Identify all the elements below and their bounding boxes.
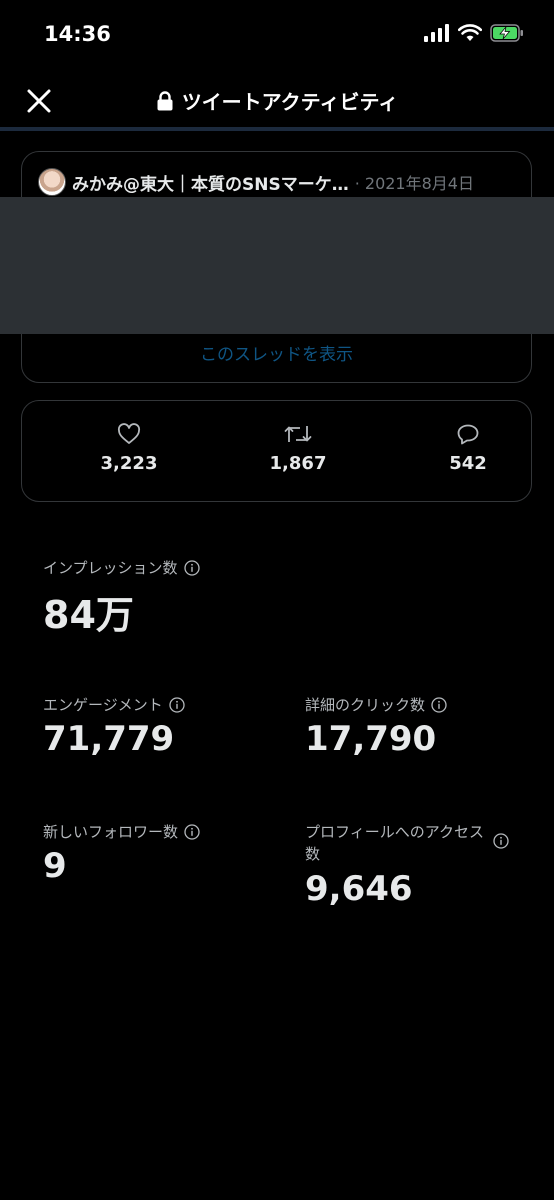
new-followers-value: 9: [43, 846, 67, 886]
like-count: 3,223: [100, 453, 158, 474]
avatar[interactable]: [38, 168, 66, 196]
info-icon[interactable]: [183, 559, 200, 576]
wifi-icon: [458, 24, 482, 41]
header: ツイートアクティビティ: [0, 72, 554, 128]
profile-visits-label-row: プロフィールへのアクセス数: [305, 821, 509, 865]
detail-clicks-label-row: 詳細のクリック数: [305, 694, 447, 715]
info-icon[interactable]: [431, 696, 447, 713]
show-thread-link[interactable]: このスレッドを表示: [22, 340, 531, 365]
heart-icon: [117, 423, 141, 444]
detail-clicks-label: 詳細のクリック数: [305, 696, 426, 714]
status-icons: [424, 24, 524, 42]
impressions-label-row: インプレッション数: [43, 557, 200, 578]
header-divider: [0, 127, 554, 131]
tweet-header: みかみ@東大｜本質のSNSマーケ… · 2021年8月4日: [38, 168, 518, 196]
engagements-metric: エンゲージメント 71,779: [43, 694, 185, 759]
retweet-icon: [284, 426, 312, 442]
reply-bubble-icon: [457, 424, 479, 445]
new-followers-label-row: 新しいフォロワー数: [43, 821, 200, 842]
profile-visits-value: 9,646: [305, 869, 413, 909]
profile-visits-metric: プロフィールへのアクセス数 9,646: [305, 821, 509, 909]
status-bar: 14:36: [0, 0, 554, 72]
detail-clicks-metric: 詳細のクリック数 17,790: [305, 694, 447, 759]
tweet-author[interactable]: みかみ@東大｜本質のSNSマーケ…: [72, 170, 349, 195]
battery-charging-icon: [490, 24, 523, 42]
engagement-stats-card: 3,223 1,867 542: [21, 400, 532, 502]
retweet-stat[interactable]: 1,867: [238, 423, 358, 474]
page-title: ツイートアクティビティ: [181, 90, 399, 114]
impressions-label: インプレッション数: [43, 559, 178, 577]
info-icon[interactable]: [169, 696, 185, 713]
info-icon[interactable]: [184, 823, 200, 840]
impressions-value: 84万: [43, 593, 134, 637]
engagements-label-row: エンゲージメント: [43, 694, 185, 715]
lock-icon: [157, 90, 173, 110]
profile-visits-label: プロフィールへのアクセス数: [305, 823, 484, 863]
detail-clicks-value: 17,790: [305, 719, 437, 759]
new-followers-metric: 新しいフォロワー数 9: [43, 821, 200, 886]
tweet-date: · 2021年8月4日: [354, 174, 474, 193]
reply-stat[interactable]: 542: [408, 423, 528, 474]
retweet-count: 1,867: [269, 453, 327, 474]
reply-count: 542: [449, 453, 487, 474]
header-title-group: ツイートアクティビティ: [0, 86, 554, 115]
info-icon[interactable]: [493, 833, 509, 849]
new-followers-label: 新しいフォロワー数: [43, 823, 179, 841]
status-time: 14:36: [44, 22, 111, 46]
like-stat[interactable]: 3,223: [69, 423, 189, 474]
engagements-label: エンゲージメント: [43, 696, 163, 714]
impressions-metric: インプレッション数 84万: [43, 557, 200, 639]
engagements-value: 71,779: [43, 719, 175, 759]
cellular-signal-icon: [424, 24, 449, 42]
redacted-tweet-content: [0, 197, 554, 334]
